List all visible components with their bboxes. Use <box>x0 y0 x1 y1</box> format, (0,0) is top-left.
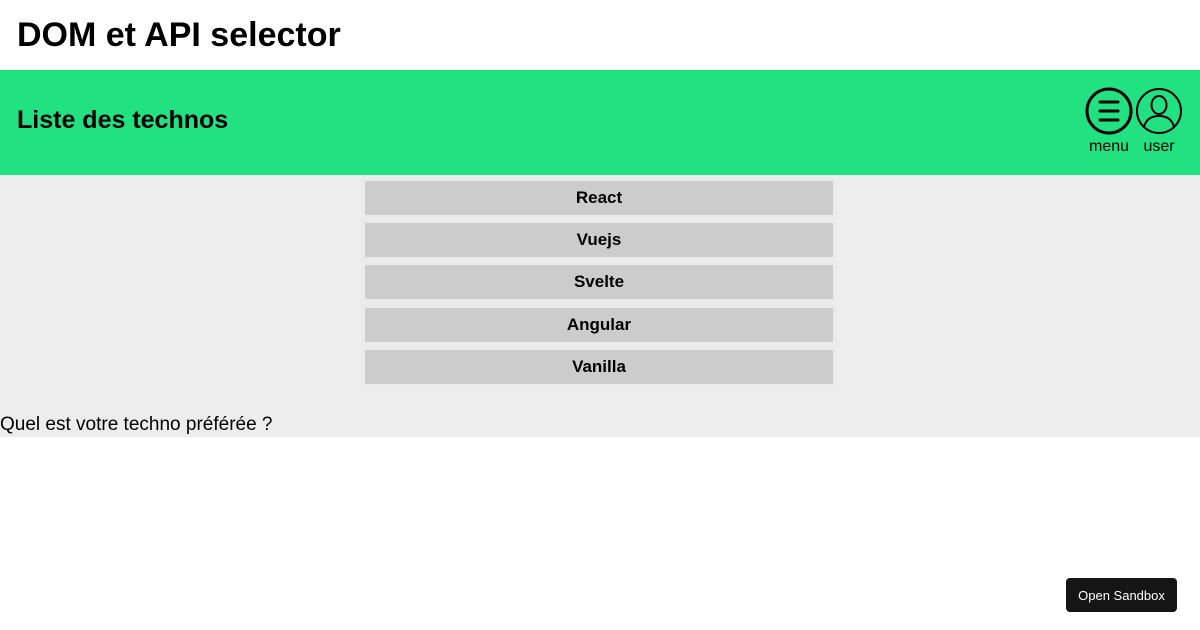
tech-item-vanilla[interactable]: Vanilla <box>365 350 833 384</box>
tech-item-svelte[interactable]: Svelte <box>365 265 833 299</box>
section-title: Liste des technos <box>17 106 229 134</box>
tech-item-react[interactable]: React <box>365 181 833 215</box>
header-bar: Liste des technos menu user <box>0 70 1200 175</box>
tech-list: React Vuejs Svelte Angular Vanilla <box>361 178 837 389</box>
tech-item-angular[interactable]: Angular <box>365 308 833 342</box>
tech-item-vuejs[interactable]: Vuejs <box>365 223 833 257</box>
content-area: React Vuejs Svelte Angular Vanilla Quel … <box>0 175 1200 437</box>
page-title: DOM et API selector <box>17 16 341 54</box>
hamburger-menu-icon <box>1085 87 1133 135</box>
user-label: user <box>1143 138 1175 155</box>
user-button[interactable]: user <box>1135 87 1183 156</box>
menu-label: menu <box>1088 138 1130 155</box>
open-sandbox-button[interactable]: Open Sandbox <box>1066 578 1177 612</box>
menu-button[interactable]: menu <box>1085 87 1133 156</box>
user-icon <box>1136 88 1182 134</box>
question-text: Quel est votre techno préférée ? <box>0 414 273 435</box>
